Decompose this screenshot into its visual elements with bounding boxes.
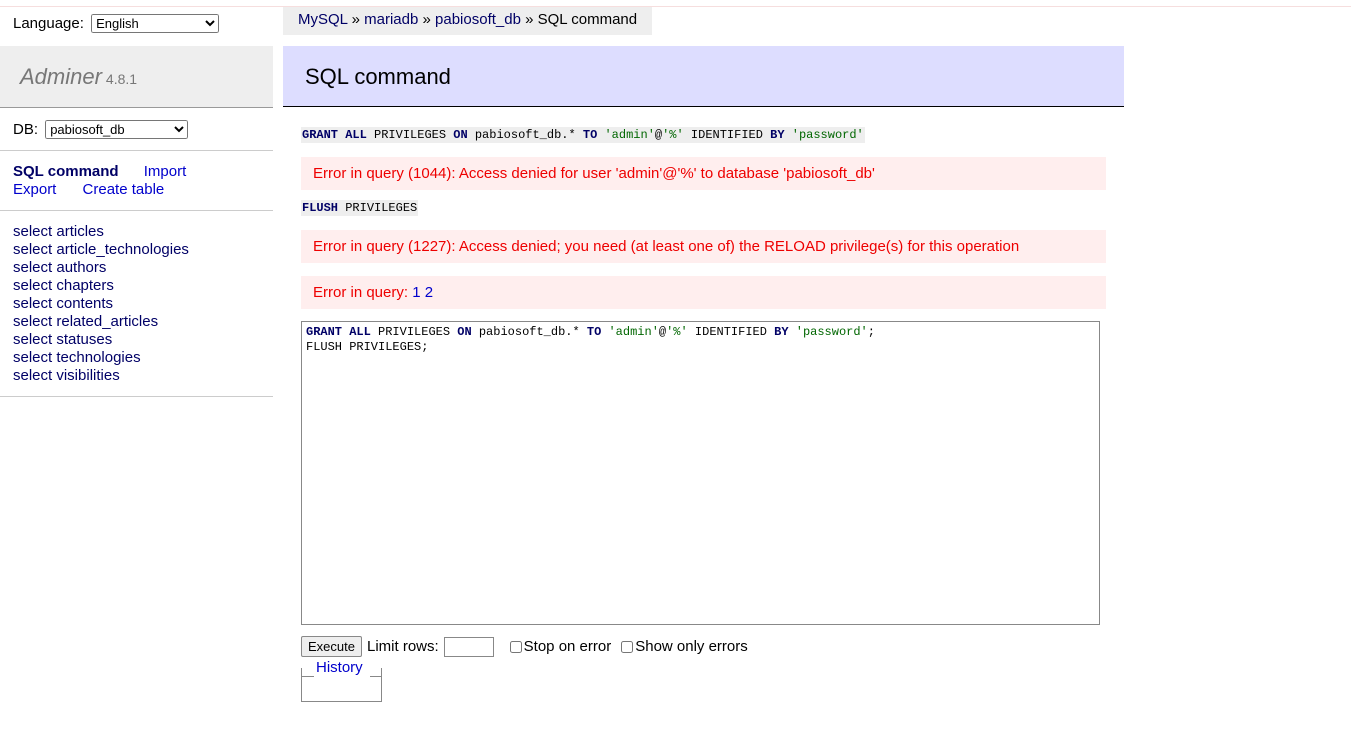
error-message-1: Error in query (1044): Access denied for… — [301, 157, 1106, 190]
history-fieldset: History — [301, 659, 382, 702]
breadcrumb-mysql[interactable]: MySQL — [298, 11, 347, 28]
stop-on-error-checkbox[interactable] — [509, 640, 522, 653]
show-only-errors-checkbox[interactable] — [621, 640, 634, 653]
menu-import[interactable]: Import — [144, 163, 187, 180]
table-link[interactable]: select contents — [13, 295, 189, 313]
executed-query-1: GRANT ALL PRIVILEGES ON pabiosoft_db.* T… — [301, 127, 865, 143]
language-label: Language: — [13, 15, 84, 32]
page-header: SQL command — [283, 46, 1124, 107]
top-border — [0, 6, 1351, 7]
error-message-2: Error in query (1227): Access denied; yo… — [301, 230, 1106, 263]
page-title: SQL command — [305, 64, 451, 89]
table-link[interactable]: select related_articles — [13, 313, 189, 331]
table-link[interactable]: select technologies — [13, 349, 189, 367]
breadcrumb-current: SQL command — [537, 11, 638, 28]
executed-query-2: FLUSH PRIVILEGES — [301, 200, 419, 216]
sql-editor[interactable]: GRANT ALL PRIVILEGES ON pabiosoft_db.* T… — [301, 321, 1100, 625]
adminer-version: 4.8.1 — [105, 71, 138, 87]
table-list: select articles select article_technolog… — [13, 223, 189, 385]
language-selector: Language: English — [13, 14, 220, 33]
limit-rows-input[interactable] — [443, 636, 494, 657]
divider — [0, 396, 273, 397]
logo-area: Adminer 4.8.1 — [0, 46, 273, 108]
table-link[interactable]: select articles — [13, 223, 189, 241]
error-message-3: Error in query: 1 2 — [301, 276, 1106, 309]
db-selector: DB: pabiosoft_db — [13, 120, 189, 139]
menu-create-table[interactable]: Create table — [83, 181, 165, 198]
show-only-errors-label[interactable]: Show only errors — [635, 638, 748, 655]
query-controls: Execute Limit rows: Stop on error Show o… — [301, 636, 754, 657]
breadcrumb-sep: » — [422, 11, 431, 28]
sidebar-menu: SQL command Import Export Create table — [13, 163, 263, 199]
breadcrumb-sep: » — [351, 11, 360, 28]
menu-sql-command[interactable]: SQL command — [13, 163, 119, 180]
db-label: DB: — [13, 121, 39, 138]
breadcrumb-server[interactable]: mariadb — [364, 11, 418, 28]
divider — [0, 210, 273, 211]
db-select[interactable]: pabiosoft_db — [45, 120, 189, 139]
table-link[interactable]: select visibilities — [13, 367, 189, 385]
breadcrumb-sep: » — [525, 11, 534, 28]
error-query-link-1[interactable]: 1 — [412, 284, 420, 301]
stop-on-error-label[interactable]: Stop on error — [524, 638, 612, 655]
history-link[interactable]: History — [314, 659, 365, 676]
table-link[interactable]: select chapters — [13, 277, 189, 295]
table-link[interactable]: select statuses — [13, 331, 189, 349]
table-link[interactable]: select authors — [13, 259, 189, 277]
language-select[interactable]: English — [91, 14, 220, 33]
divider — [0, 150, 273, 151]
adminer-logo[interactable]: Adminer 4.8.1 — [20, 64, 137, 90]
error-query-link-2[interactable]: 2 — [425, 284, 433, 301]
breadcrumb: MySQL » mariadb » pabiosoft_db » SQL com… — [283, 7, 653, 35]
menu-export[interactable]: Export — [13, 181, 56, 198]
execute-button[interactable]: Execute — [301, 636, 362, 657]
limit-rows-label: Limit rows: — [366, 638, 439, 655]
breadcrumb-database[interactable]: pabiosoft_db — [435, 11, 521, 28]
table-link[interactable]: select article_technologies — [13, 241, 189, 259]
